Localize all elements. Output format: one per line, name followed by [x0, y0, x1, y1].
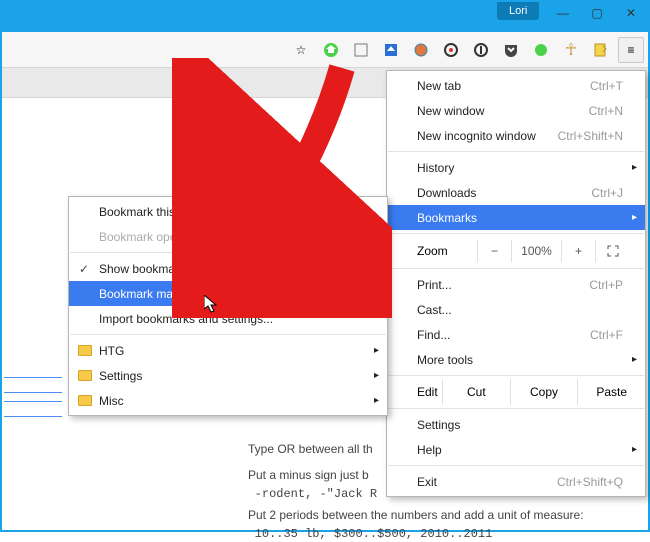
bookmark-folder[interactable]: HTG: [69, 338, 387, 363]
bookmark-open-pages: Bookmark open pages...Ctrl+Shift+D: [69, 224, 387, 249]
menu-zoom: Zoom − 100% +: [387, 237, 645, 265]
minimize-button[interactable]: —: [546, 2, 580, 24]
home-ext-icon[interactable]: [318, 37, 344, 63]
menu-edit-row: Edit Cut Copy Paste: [387, 379, 645, 405]
menu-new-tab[interactable]: New tabCtrl+T: [387, 73, 645, 98]
copy-button[interactable]: Copy: [510, 379, 578, 405]
cut-button[interactable]: Cut: [442, 379, 510, 405]
menu-bookmarks[interactable]: Bookmarks: [387, 205, 645, 230]
menu-find[interactable]: Find...Ctrl+F: [387, 322, 645, 347]
menu-help[interactable]: Help: [387, 437, 645, 462]
folder-icon: [78, 345, 92, 356]
menu-settings[interactable]: Settings: [387, 412, 645, 437]
user-badge[interactable]: Lori: [497, 2, 539, 20]
bookmark-folder[interactable]: Settings: [69, 363, 387, 388]
menu-new-window[interactable]: New windowCtrl+N: [387, 98, 645, 123]
ext-icon-3[interactable]: [408, 37, 434, 63]
folder-icon: [78, 370, 92, 381]
star-icon[interactable]: ☆: [288, 37, 314, 63]
close-button[interactable]: ✕: [614, 2, 648, 24]
page-text: Type OR between all th: [248, 440, 373, 458]
menu-downloads[interactable]: DownloadsCtrl+J: [387, 180, 645, 205]
ext-icon-1[interactable]: [348, 37, 374, 63]
import-bookmarks[interactable]: Import bookmarks and settings...: [69, 306, 387, 331]
page-text: Put 2 periods between the numbers and ad…: [248, 506, 584, 542]
menu-more-tools[interactable]: More tools: [387, 347, 645, 372]
bookmarks-submenu: Bookmark this page...Ctrl+D Bookmark ope…: [68, 196, 388, 416]
menu-exit[interactable]: ExitCtrl+Shift+Q: [387, 469, 645, 494]
ext-icon-4[interactable]: [438, 37, 464, 63]
ext-icon-2[interactable]: [378, 37, 404, 63]
fullscreen-button[interactable]: [595, 240, 629, 262]
window-controls: — ▢ ✕: [546, 2, 648, 24]
ext-icon-6[interactable]: [528, 37, 554, 63]
chrome-main-menu: New tabCtrl+T New windowCtrl+N New incog…: [386, 70, 646, 497]
folder-icon: [78, 395, 92, 406]
ext-icon-7[interactable]: [588, 37, 614, 63]
menu-new-incognito[interactable]: New incognito windowCtrl+Shift+N: [387, 123, 645, 148]
menu-cast[interactable]: Cast...: [387, 297, 645, 322]
pocket-icon[interactable]: [498, 37, 524, 63]
ext-icon-5[interactable]: [468, 37, 494, 63]
browser-toolbar: ☆ ☥ ≡: [2, 32, 648, 68]
zoom-value: 100%: [511, 240, 561, 262]
maximize-button[interactable]: ▢: [580, 2, 614, 24]
page-text: Put a minus sign just b -rodent, -"Jack …: [248, 466, 377, 503]
chrome-menu-button[interactable]: ≡: [618, 37, 644, 63]
menu-print[interactable]: Print...Ctrl+P: [387, 272, 645, 297]
bookmark-manager[interactable]: Bookmark managerCtrl+Shift+O: [69, 281, 387, 306]
zoom-out-button[interactable]: −: [477, 240, 511, 262]
page-link-fragments: [4, 377, 62, 425]
bookmark-folder[interactable]: Misc: [69, 388, 387, 413]
menu-history[interactable]: History: [387, 155, 645, 180]
ankh-icon[interactable]: ☥: [558, 37, 584, 63]
window-titlebar: Lori — ▢ ✕: [2, 2, 648, 32]
bookmark-this-page[interactable]: Bookmark this page...Ctrl+D: [69, 199, 387, 224]
zoom-in-button[interactable]: +: [561, 240, 595, 262]
paste-button[interactable]: Paste: [577, 379, 645, 405]
show-bookmarks-bar[interactable]: Show bookmarks barCtrl+Shift+B: [69, 256, 387, 281]
